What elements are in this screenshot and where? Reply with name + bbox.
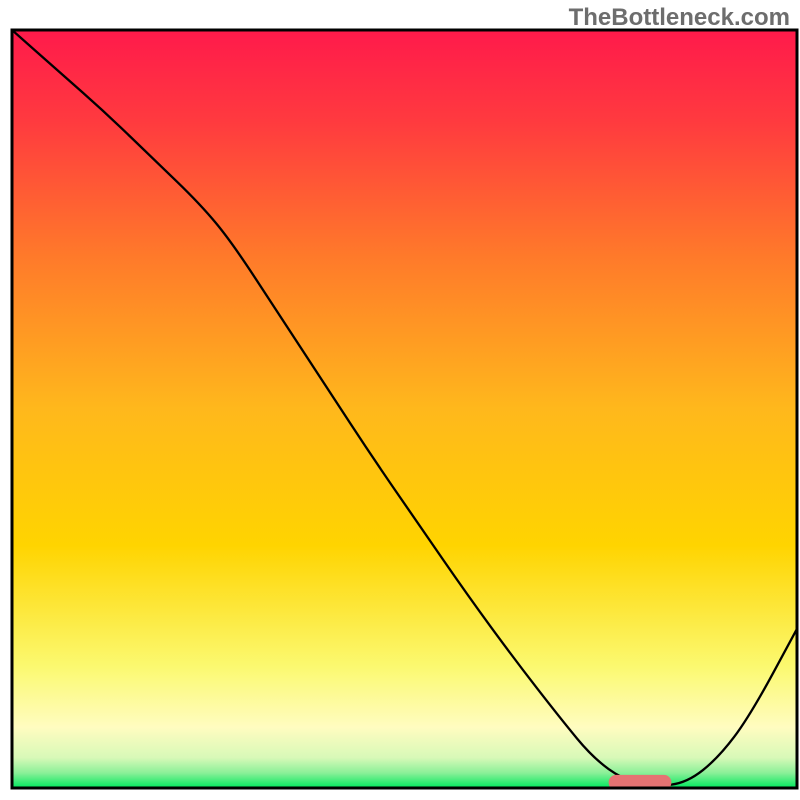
bottleneck-chart — [0, 0, 800, 800]
watermark-label: TheBottleneck.com — [569, 4, 790, 32]
chart-background — [12, 30, 797, 788]
chart-container: TheBottleneck.com — [0, 0, 800, 800]
